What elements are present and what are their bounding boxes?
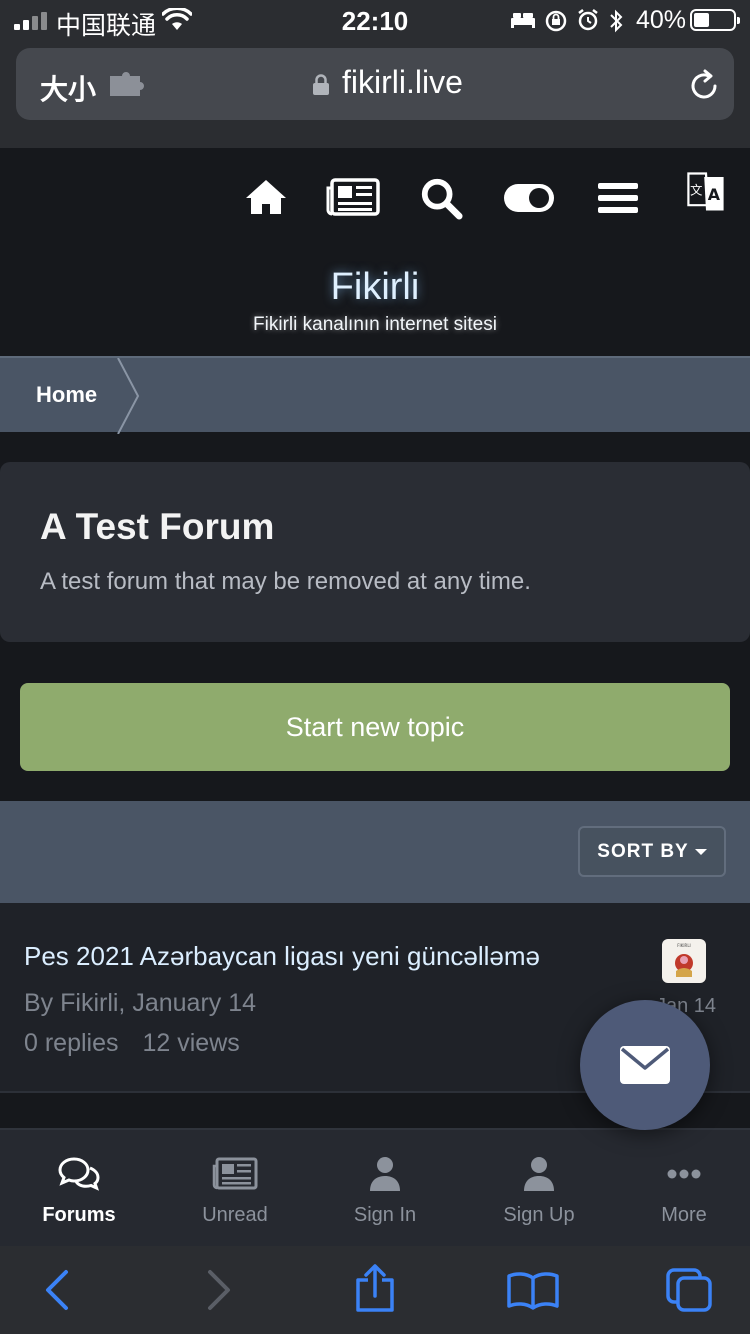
user-icon <box>524 1157 554 1191</box>
url-bar[interactable]: 大小 fikirli.live <box>16 48 734 120</box>
svg-text:文: 文 <box>690 183 702 198</box>
envelope-icon <box>620 1046 670 1084</box>
forum-description: A test forum that may be removed at any … <box>40 568 531 595</box>
text-size-button[interactable]: 大小 <box>40 68 96 108</box>
browser-chrome: 大小 fikirli.live <box>0 40 750 148</box>
status-bar: 中国联通 22:10 40% <box>0 0 750 40</box>
nav-label-more: More <box>661 1204 707 1226</box>
battery-icon <box>690 9 740 31</box>
newspaper-icon <box>212 1157 258 1190</box>
site-header: A 文 Fikirli Fikirli kanalının internet s… <box>0 148 750 356</box>
topic-meta: By Fikirli, January 14 <box>24 989 257 1017</box>
more-icon <box>667 1169 701 1179</box>
translate-icon[interactable]: A 文 <box>684 170 728 214</box>
start-new-topic-button[interactable]: Start new topic <box>20 683 730 771</box>
topic-list-header: SORT BY <box>0 801 750 903</box>
topic-views: 12 views <box>142 1029 240 1057</box>
breadcrumb: Home <box>0 356 750 434</box>
nav-item-forums[interactable]: Forums <box>4 1130 154 1248</box>
svg-text:A: A <box>708 185 721 204</box>
nav-label-sign-up: Sign Up <box>503 1204 575 1226</box>
bluetooth-icon <box>610 9 623 33</box>
battery-percent: 40% <box>636 6 687 34</box>
nav-item-sign-up[interactable]: Sign Up <box>464 1130 614 1248</box>
back-icon[interactable] <box>42 1268 72 1312</box>
nav-item-unread[interactable]: Unread <box>160 1130 310 1248</box>
nav-label-forums: Forums <box>42 1204 116 1226</box>
tabs-icon[interactable] <box>664 1266 714 1314</box>
avatar-image: FIKIRLI <box>675 943 693 977</box>
browser-toolbar <box>0 1246 750 1334</box>
nav-item-sign-in[interactable]: Sign In <box>310 1130 460 1248</box>
forums-icon <box>58 1157 100 1191</box>
avatar[interactable]: FIKIRLI <box>662 939 706 983</box>
reload-icon[interactable] <box>686 68 722 104</box>
site-subtitle: Fikirli kanalının internet sitesi <box>253 314 497 335</box>
rotation-lock-icon <box>545 10 567 32</box>
home-icon[interactable] <box>244 176 288 220</box>
sort-by-button[interactable]: SORT BY <box>578 826 726 877</box>
nav-label-sign-in: Sign In <box>353 1204 417 1226</box>
svg-text:FIKIRLI: FIKIRLI <box>677 943 690 948</box>
nav-item-more[interactable]: More <box>609 1130 750 1248</box>
menu-icon[interactable] <box>598 176 638 220</box>
extension-icon[interactable] <box>106 72 150 98</box>
bed-icon <box>511 13 535 28</box>
breadcrumb-separator <box>117 358 140 434</box>
forum-header-card: A Test Forum A test forum that may be re… <box>0 462 750 642</box>
newspaper-icon[interactable] <box>326 176 380 220</box>
topic-stats: 0 replies 12 views <box>24 1029 240 1058</box>
theme-toggle-icon[interactable] <box>502 176 556 220</box>
topic-title-link[interactable]: Pes 2021 Azərbaycan ligası yeni güncəllə… <box>24 941 540 972</box>
bookmarks-icon[interactable] <box>506 1270 560 1310</box>
lock-icon <box>313 74 329 95</box>
share-icon[interactable] <box>354 1264 396 1314</box>
caret-down-icon <box>694 848 707 855</box>
user-icon <box>370 1157 400 1191</box>
bottom-nav: Forums Unread Sign In Sign Up More <box>0 1128 750 1246</box>
site-title[interactable]: Fikirli <box>0 266 750 309</box>
url-domain[interactable]: fikirli.live <box>342 64 463 101</box>
search-icon[interactable] <box>418 176 464 220</box>
breadcrumb-home[interactable]: Home <box>36 382 97 408</box>
forum-title: A Test Forum <box>40 506 275 547</box>
alarm-icon <box>578 9 598 31</box>
sort-by-label: SORT BY <box>597 840 689 862</box>
nav-label-unread: Unread <box>202 1204 268 1226</box>
messages-fab[interactable] <box>580 1000 710 1130</box>
topic-replies: 0 replies <box>24 1029 119 1057</box>
forward-icon[interactable] <box>204 1268 234 1312</box>
